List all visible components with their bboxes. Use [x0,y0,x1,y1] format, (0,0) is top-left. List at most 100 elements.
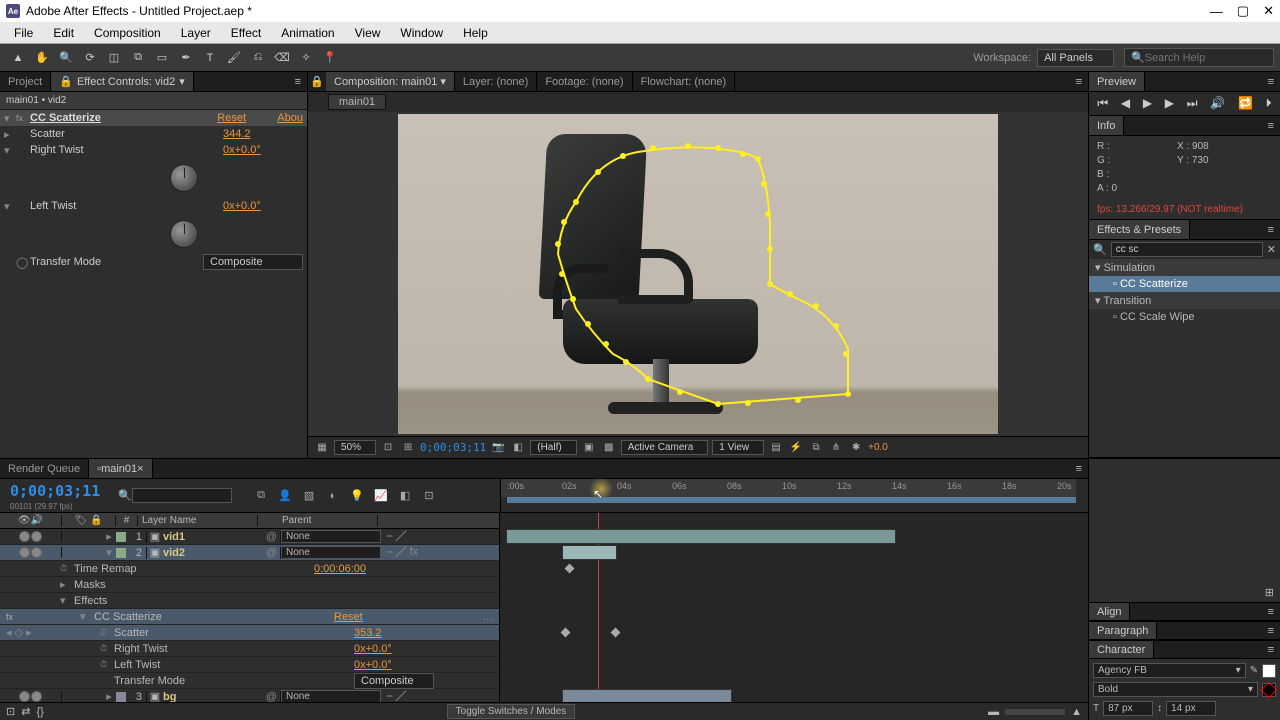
panel-menu-icon[interactable]: ≡ [1262,644,1280,656]
rotate-tool-icon[interactable]: ⟳ [80,48,100,68]
menu-edit[interactable]: Edit [43,26,84,40]
twirl-icon[interactable]: ▸ [102,690,116,702]
motion-blur-icon[interactable]: ◐ [324,490,342,502]
twirl-icon[interactable]: ▾ [4,200,16,213]
transfer-mode-dropdown[interactable]: Composite [203,254,303,270]
tab-align[interactable]: Align [1089,603,1130,620]
search-help-input[interactable] [1145,52,1267,64]
tab-timeline-comp[interactable]: ▫ main01 × [89,459,152,478]
roto-tool-icon[interactable]: ✧ [296,48,316,68]
clone-tool-icon[interactable]: ⎌ [248,48,268,68]
leading-input[interactable]: 14 px [1166,701,1216,716]
camera-tool-icon[interactable]: ◫ [104,48,124,68]
prop-scatter[interactable]: ◂ ◇ ▸ ⏱Scatter 353.2 [0,625,499,641]
audio-icon[interactable]: 🔊 [1210,96,1225,111]
left-twist-value[interactable]: 0x+0.0° [354,659,392,671]
tab-paragraph[interactable]: Paragraph [1089,622,1157,639]
panel-menu-icon[interactable]: ≡ [1262,606,1280,618]
toggle-switches-button[interactable]: Toggle Switches / Modes [447,704,576,719]
panel-menu-icon[interactable]: ≡ [1262,120,1280,132]
shy-icon[interactable]: 👤 [276,489,294,502]
panel-menu-icon[interactable]: ≡ [1070,463,1088,475]
menu-composition[interactable]: Composition [84,26,171,40]
num-column[interactable]: # [116,515,138,526]
expand-icon[interactable]: ⊡ [420,489,438,502]
lock-icon[interactable]: 🔒 [308,75,326,88]
prop-transfer-mode[interactable]: Transfer Mode Composite [0,673,499,689]
stopwatch-icon[interactable]: ⏱ [60,563,74,574]
frame-blend-icon[interactable]: ▧ [300,489,318,502]
play-icon[interactable]: ▶ [1143,96,1152,111]
zoom-in-icon[interactable]: ▲ [1071,706,1082,718]
stopwatch-icon[interactable]: ⏱ [100,659,114,670]
tab-character[interactable]: Character [1089,641,1154,658]
pickwhip-icon[interactable]: @ [263,531,281,543]
resolution-dropdown[interactable]: (Half) [530,440,576,455]
effect-reset-link[interactable]: Reset [334,611,363,623]
eye-icon[interactable] [19,547,30,558]
layername-column[interactable]: Layer Name [138,515,258,526]
layer-bar-3[interactable] [562,689,732,702]
twirl-icon[interactable]: ▾ [4,112,16,125]
timeline-search-input[interactable] [132,488,232,503]
brush-tool-icon[interactable]: 🖌 [224,48,244,68]
layer-bar-1[interactable] [506,529,896,544]
prev-frame-icon[interactable]: ◀ [1121,96,1130,111]
expand-icon[interactable]: ⊡ [6,705,15,718]
flow-icon[interactable]: ⋔ [828,440,844,456]
channel-icon[interactable]: ◧ [510,440,526,456]
effect-name[interactable]: CC Scatterize [30,112,217,124]
tab-layer[interactable]: Layer: (none) [455,72,537,91]
av-column-icon[interactable]: 👁🔊 [0,515,62,526]
comp-subtab[interactable]: main01 [328,94,386,110]
tab-project[interactable]: Project [0,72,51,91]
parent-column[interactable]: Parent [278,515,378,526]
menu-file[interactable]: File [4,26,43,40]
transparency-icon[interactable]: ▩ [601,440,617,456]
comp-mini-icon[interactable]: ⧉ [252,489,270,502]
panel-menu-icon[interactable]: ≡ [1262,625,1280,637]
safe-icon[interactable]: ⊞ [400,440,416,456]
time-ruler[interactable]: :00s02s04s06s08s10s12s14s16s18s20s ↖ [500,479,1088,512]
audio-icon[interactable] [31,547,42,558]
keyframe-icon[interactable] [611,628,621,638]
twirl-icon[interactable]: ▾ [60,594,74,607]
timeline-icon[interactable]: ⧉ [808,440,824,456]
brainstorm-icon[interactable]: 💡 [348,489,366,502]
stopwatch-icon[interactable]: ⏱ [100,643,114,654]
keyframe-icon[interactable] [561,628,571,638]
eraser-tool-icon[interactable]: ⌫ [272,48,292,68]
twirl-icon[interactable]: ▾ [102,546,116,559]
effects-search-input[interactable] [1111,242,1263,257]
close-button[interactable]: ✕ [1263,3,1274,19]
tab-footage[interactable]: Footage: (none) [537,72,632,91]
right-twist-value[interactable]: 0x+0.0° [354,643,392,655]
pan-behind-tool-icon[interactable]: ⧉ [128,48,148,68]
loop-icon[interactable]: 🔁 [1238,96,1253,111]
zoom-slider[interactable] [1005,709,1065,715]
pen-tool-icon[interactable]: ✒ [176,48,196,68]
category-simulation[interactable]: ▾ Simulation [1089,259,1280,276]
scatter-value[interactable]: 344.2 [223,128,303,140]
parent-dropdown[interactable]: None [281,546,381,559]
stopwatch-icon[interactable]: ⏱ [100,627,114,638]
maximize-button[interactable]: ▢ [1237,3,1249,19]
time-remap-value[interactable]: 0:00:06:00 [314,563,366,575]
layer-row-3[interactable]: ▸ 3 ▣ bg @ None ⎯ ╱ [0,689,499,702]
hand-tool-icon[interactable]: ✋ [32,48,52,68]
last-frame-icon[interactable]: ⏭ [1187,96,1198,111]
keyframe-icon[interactable] [565,564,575,574]
prop-time-remap[interactable]: ⏱ Time Remap 0:00:06:00 [0,561,499,577]
eye-icon[interactable] [19,691,30,702]
graph-icon[interactable]: 📈 [372,489,390,502]
layer-row-2[interactable]: ▾ 2 ▣ vid2 @ None ⎯ ╱ fx [0,545,499,561]
zoom-out-icon[interactable]: ▬ [988,706,999,718]
exposure-value[interactable]: +0.0 [868,442,888,453]
audio-icon[interactable] [31,531,42,542]
next-frame-icon[interactable]: ▶ [1165,96,1174,111]
viewer-timecode[interactable]: 0;00;03;11 [420,441,486,454]
menu-help[interactable]: Help [453,26,498,40]
pickwhip-icon[interactable]: @ [263,547,281,559]
camera-dropdown[interactable]: Active Camera [621,440,709,455]
composition-viewer[interactable] [308,112,1088,436]
